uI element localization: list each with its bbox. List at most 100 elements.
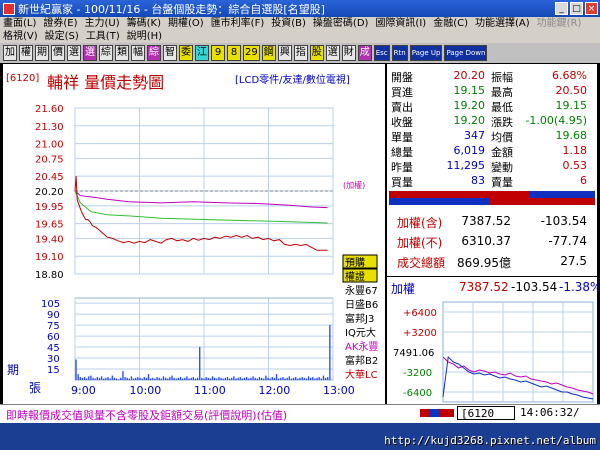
quote-l1: 買進 bbox=[391, 86, 413, 99]
chart-canvas[interactable]: 21.60 21.30 21.00 20.75 20.45 20.20 19.95 19.65… bbox=[3, 64, 385, 404]
price-tick-label: 20.45 bbox=[35, 172, 64, 183]
menu-item-2-1[interactable]: 設定(S) bbox=[45, 30, 79, 43]
quote-v1: 6,019 bbox=[453, 144, 486, 157]
quote-l2: 均價 bbox=[491, 131, 513, 144]
index-row: 加權(不) 6310.37 -77.74 bbox=[389, 234, 597, 252]
menu-item-5[interactable]: 匯市利率(F) bbox=[211, 17, 265, 30]
toolbar-button-3[interactable]: 價 bbox=[51, 45, 65, 61]
volume-axis-label-bottom: 張 bbox=[29, 381, 41, 395]
menu-item-2[interactable]: 主力(U) bbox=[85, 17, 120, 30]
toolbar-button-0[interactable]: 加 bbox=[3, 45, 17, 61]
menu-item-10[interactable]: 功能選擇(A) bbox=[475, 17, 530, 30]
index-label: 加權(不) bbox=[397, 236, 443, 250]
quote-v2: 6.68% bbox=[552, 69, 587, 82]
average-price-line bbox=[74, 190, 328, 224]
index-label: 加權(含) bbox=[397, 216, 443, 230]
toolbar-button-2[interactable]: 期 bbox=[35, 45, 49, 61]
toolbar-button-24[interactable]: Rtn bbox=[391, 45, 408, 61]
mini-index-chart[interactable]: +6400 +3200 7491.06 -3200 -6400 bbox=[387, 298, 597, 404]
toolbar-button-13[interactable]: 9 bbox=[211, 45, 225, 61]
toolbar-button-14[interactable]: 8 bbox=[227, 45, 241, 61]
quote-l2: 漲跌 bbox=[491, 116, 513, 129]
volume-axis-label-top: 期 bbox=[7, 363, 19, 377]
quote-row: 昨量 11,295 變動 0.53 bbox=[389, 159, 597, 174]
price-tick-label: 19.65 bbox=[35, 220, 64, 231]
quote-row: 賣出 19.20 最低 19.15 bbox=[389, 99, 597, 114]
side-label: 預購 bbox=[345, 256, 365, 269]
toolbar-button-5[interactable]: 選 bbox=[83, 45, 97, 61]
status-indicator bbox=[420, 409, 454, 417]
quote-v1: 19.15 bbox=[453, 84, 486, 97]
menu-item-3[interactable]: 籌碼(K) bbox=[127, 17, 161, 30]
mini-index-header: 加權 7387.52 -103.54 -1.38% bbox=[389, 280, 600, 298]
quote-v1: 11,295 bbox=[446, 159, 486, 172]
quote-l1: 昨量 bbox=[391, 161, 413, 174]
toolbar-button-21[interactable]: 財 bbox=[341, 45, 356, 61]
menu-item-7[interactable]: 操盤密碼(D) bbox=[313, 17, 369, 30]
time-tick-label: 12:00 bbox=[259, 384, 291, 397]
menu-item-8[interactable]: 國際資訊(I) bbox=[375, 17, 426, 30]
quote-l2: 金額 bbox=[491, 146, 513, 159]
minimize-icon[interactable]: _ bbox=[555, 2, 568, 15]
side-label: AK永豐 bbox=[345, 340, 378, 353]
mini-index-value: 7387.52 bbox=[459, 280, 509, 294]
quote-row: 單量 347 均價 19.68 bbox=[389, 129, 597, 144]
toolbar-button-19[interactable]: 股 bbox=[309, 45, 324, 61]
toolbar-button-7[interactable]: 類 bbox=[115, 45, 129, 61]
toolbar-button-23[interactable]: Esc bbox=[373, 45, 390, 61]
toolbar-button-16[interactable]: 鋼 bbox=[261, 45, 276, 61]
index-change: -103.54 bbox=[540, 214, 587, 228]
volume-tick-label: 30 bbox=[47, 354, 60, 365]
price-tick-label: 21.30 bbox=[35, 122, 64, 133]
mini-tick-label: +3200 bbox=[403, 328, 437, 339]
toolbar-button-15[interactable]: 29 bbox=[243, 45, 260, 61]
toolbar-button-8[interactable]: 幅 bbox=[131, 45, 145, 61]
side-label: 大華LC bbox=[345, 368, 378, 381]
quote-panel: 開盤 20.20 振幅 6.68% 買進 19.15 最高 20.50 賣出 19.20 最低 19.… bbox=[387, 64, 600, 404]
toolbar-button-10[interactable]: 智 bbox=[163, 45, 177, 61]
toolbar-button-22[interactable]: 成 bbox=[357, 45, 372, 61]
toolbar-button-18[interactable]: 指 bbox=[293, 45, 308, 61]
quote-row: 買進 19.15 最高 20.50 bbox=[389, 84, 597, 99]
volume-tick-label: 90 bbox=[47, 310, 60, 321]
toolbar-button-17[interactable]: 興 bbox=[277, 45, 292, 61]
mini-tick-label: 7491.06 bbox=[393, 348, 434, 359]
quote-l2: 賣量 bbox=[491, 176, 513, 189]
time-tick-label: 10:00 bbox=[130, 384, 162, 397]
mini-series-b bbox=[442, 356, 594, 395]
window-controls: _ □ × bbox=[555, 2, 598, 15]
quote-v2: 6 bbox=[580, 174, 587, 187]
menu-item-1[interactable]: 證券(E) bbox=[43, 17, 77, 30]
menu-item-9[interactable]: 金融(C) bbox=[433, 17, 468, 30]
menu-item-2-0[interactable]: 格視(V) bbox=[3, 30, 38, 43]
toolbar-button-9[interactable]: 綜 bbox=[147, 45, 161, 61]
toolbar-button-12[interactable]: 江 bbox=[195, 45, 209, 61]
menu-item-2-3[interactable]: 說明(H) bbox=[127, 30, 162, 43]
mini-index-label: 加權 bbox=[391, 282, 416, 296]
index-value: 6310.37 bbox=[461, 234, 511, 248]
toolbar-button-1[interactable]: 權 bbox=[19, 45, 33, 61]
toolbar-button-25[interactable]: Page Up bbox=[409, 45, 443, 61]
toolbar-button-26[interactable]: Page Down bbox=[444, 45, 488, 61]
stock-code-input[interactable]: [6120 bbox=[457, 406, 515, 420]
menu-item-6[interactable]: 投資(B) bbox=[271, 17, 306, 30]
menu-item-2-2[interactable]: 工具(T) bbox=[86, 30, 120, 43]
close-icon[interactable]: × bbox=[585, 2, 598, 15]
quote-l2: 最低 bbox=[491, 101, 513, 114]
menu-item-0[interactable]: 畫面(L) bbox=[3, 17, 36, 30]
toolbar-button-20[interactable]: 選 bbox=[325, 45, 340, 61]
title-bar: 新世紀贏家 - 100/11/16 - 台盤個股走勢：綜合自選股[名望股] _ … bbox=[0, 0, 600, 17]
watermark-url: http://kujd3268.pixnet.net/album bbox=[384, 434, 596, 447]
toolbar-button-11[interactable]: 委 bbox=[179, 45, 193, 61]
toolbar-button-6[interactable]: 綜 bbox=[99, 45, 113, 61]
quote-l1: 總量 bbox=[391, 146, 413, 159]
quote-v2: 19.68 bbox=[555, 129, 588, 142]
quote-v1: 20.20 bbox=[453, 69, 486, 82]
toolbar-button-4[interactable]: 選 bbox=[67, 45, 81, 61]
menu-item-4[interactable]: 期權(O) bbox=[168, 17, 204, 30]
maximize-icon[interactable]: □ bbox=[570, 2, 583, 15]
volume-tick-label: 60 bbox=[47, 332, 60, 343]
quote-v2: -1.00(4.95) bbox=[525, 114, 587, 127]
menu-row-1: 畫面(L) 證券(E) 主力(U) 籌碼(K) 期權(O) 匯市利率(F) 投資(B) 操盤密… bbox=[0, 17, 600, 30]
price-line bbox=[74, 176, 328, 251]
